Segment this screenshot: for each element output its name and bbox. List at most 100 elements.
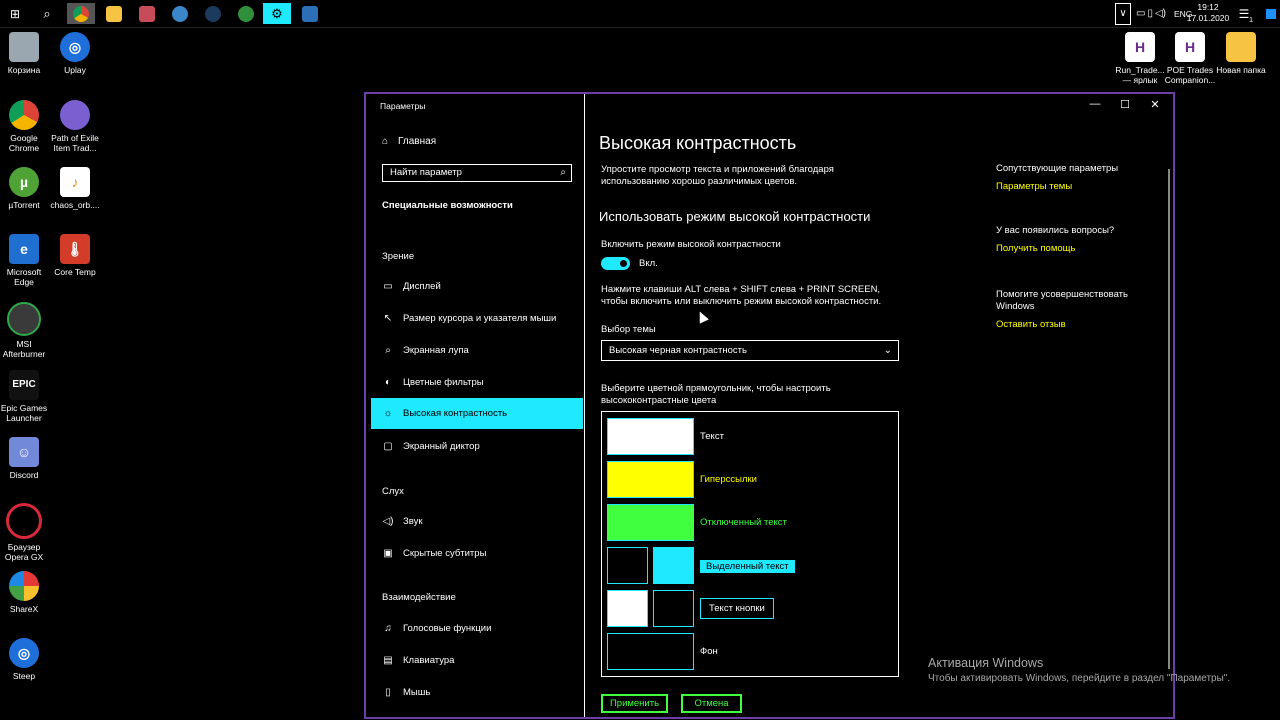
swatch-background[interactable] bbox=[607, 633, 694, 670]
taskbar-xbox[interactable] bbox=[232, 3, 260, 24]
swatch-button-text-bg[interactable] bbox=[653, 590, 694, 627]
desktop-icon-chrome[interactable]: Google Chrome bbox=[0, 100, 52, 153]
desktop-icon-sharex[interactable]: ShareX bbox=[0, 571, 52, 614]
taskbar-steam[interactable] bbox=[199, 3, 227, 24]
mouse-icon: ▯ bbox=[385, 687, 391, 698]
swatch-text[interactable] bbox=[607, 418, 694, 455]
section-title: Использовать режим высокой контрастности bbox=[599, 209, 871, 224]
search-input[interactable]: Найти параметр ⌕ bbox=[382, 164, 572, 182]
cursor-icon: ↖ bbox=[383, 313, 393, 324]
volume-icon[interactable]: ◁) bbox=[1155, 8, 1166, 19]
cancel-button[interactable]: Отмена bbox=[681, 694, 742, 713]
desktop-icon bbox=[1266, 8, 1276, 19]
uplay-icon: ◎ bbox=[60, 32, 90, 62]
desktop-icon-utorrent[interactable]: µ µTorrent bbox=[0, 167, 52, 210]
nav-high-contrast[interactable]: ☼ Высокая контрастность bbox=[371, 398, 583, 429]
discord-icon: ☺ bbox=[9, 437, 39, 467]
swatch-hyperlinks-label: Гиперссылки bbox=[700, 474, 757, 485]
folder-icon bbox=[106, 5, 122, 22]
page-description: Упростите просмотр текста и приложений б… bbox=[601, 164, 834, 187]
theme-select-value: Высокая черная контрастность bbox=[609, 345, 747, 356]
narrator-icon: ▢ bbox=[383, 441, 393, 452]
nav-color-filters[interactable]: ◐ Цветные фильтры bbox=[371, 367, 583, 398]
nav-home-label: Главная bbox=[398, 136, 437, 147]
network-icon[interactable]: ▭ bbox=[1136, 8, 1145, 19]
nav-speech[interactable]: ♫ Голосовые функции bbox=[371, 613, 583, 644]
desktop-icon-epic-games[interactable]: EPIC Epic Games Launcher bbox=[0, 370, 52, 423]
battery-icon[interactable]: ▯ bbox=[1147, 8, 1153, 19]
nav-display[interactable]: ▭ Дисплей bbox=[371, 271, 583, 302]
swatch-disabled-text[interactable] bbox=[607, 504, 694, 541]
desktop-icon-recycle-bin[interactable]: Корзина bbox=[0, 32, 52, 75]
nav-home[interactable]: ⌂ Главная bbox=[382, 136, 436, 147]
swatch-disabled-label: Отключенный текст bbox=[700, 517, 787, 528]
app-icon bbox=[302, 5, 318, 22]
swatch-selected-text-fg[interactable] bbox=[607, 547, 648, 584]
nav-narrator[interactable]: ▢ Экранный диктор bbox=[371, 431, 583, 462]
utorrent-icon: µ bbox=[9, 167, 39, 197]
swatch-button-text-fg[interactable] bbox=[607, 590, 648, 627]
taskbar-app-blue[interactable] bbox=[166, 3, 194, 24]
notifications-button[interactable]: ☰ 1 bbox=[1233, 2, 1255, 25]
apply-button[interactable]: Применить bbox=[601, 694, 668, 713]
taskbar: ⊞ ⌕ ⚙ ∨ ▭ ▯ ◁) ENG 19:12 17.01.2020 ☰ 1 bbox=[0, 0, 1280, 28]
scrollbar[interactable] bbox=[1168, 169, 1170, 669]
taskbar-chrome[interactable] bbox=[67, 3, 95, 24]
display-icon: ▭ bbox=[383, 281, 393, 292]
desktop-icon-edge[interactable]: e Microsoft Edge bbox=[0, 234, 52, 287]
swatch-selected-text-bg[interactable] bbox=[653, 547, 694, 584]
thermometer-icon: 🌡 bbox=[60, 234, 90, 264]
search-button[interactable]: ⌕ bbox=[32, 2, 62, 25]
desktop-icon-discord[interactable]: ☺ Discord bbox=[0, 437, 52, 480]
swatch-selected-label: Выделенный текст bbox=[700, 560, 795, 573]
desktop-icon-opera-gx[interactable]: Браузер Opera GX bbox=[0, 503, 52, 562]
desktop-icon-chaos-orb[interactable]: ♪ chaos_orb.... bbox=[47, 167, 103, 210]
nav-cursor-size[interactable]: ↖ Размер курсора и указателя мыши bbox=[371, 303, 583, 334]
high-contrast-toggle[interactable] bbox=[601, 257, 630, 270]
start-button[interactable]: ⊞ bbox=[0, 2, 30, 25]
taskbar-app-settings2[interactable] bbox=[296, 3, 324, 24]
nav-keyboard[interactable]: ▤ Клавиатура bbox=[371, 645, 583, 676]
nav-sound[interactable]: ◁) Звук bbox=[371, 506, 583, 537]
nav-captions[interactable]: ▣ Скрытые субтитры bbox=[371, 538, 583, 569]
search-icon: ⌕ bbox=[560, 167, 566, 178]
section-header: Специальные возможности bbox=[382, 200, 513, 211]
desktop-icon-msi-afterburner[interactable]: MSI Afterburner bbox=[0, 302, 52, 359]
window-title: Параметры bbox=[380, 101, 426, 111]
swatch-hyperlinks[interactable] bbox=[607, 461, 694, 498]
related-settings-title: Сопутствующие параметры bbox=[996, 163, 1119, 174]
search-icon: ⌕ bbox=[43, 5, 51, 21]
chevron-up-icon[interactable]: ∨ bbox=[1115, 2, 1131, 25]
feedback-link[interactable]: Оставить отзыв bbox=[996, 319, 1066, 331]
clock[interactable]: 19:12 17.01.2020 bbox=[1186, 2, 1230, 24]
desktop-icon-uplay[interactable]: ◎ Uplay bbox=[47, 32, 103, 75]
nav-magnifier[interactable]: ⌕ Экранная лупа bbox=[371, 335, 583, 366]
questions-title: У вас появились вопросы? bbox=[996, 225, 1115, 236]
sidebar: Параметры ⌂ Главная Найти параметр ⌕ Спе… bbox=[366, 94, 585, 717]
toggle-knob bbox=[620, 260, 627, 267]
steam-icon bbox=[205, 5, 221, 22]
color-palette: Текст Гиперссылки Отключенный текст Выде… bbox=[601, 411, 899, 677]
taskbar-explorer[interactable] bbox=[100, 3, 128, 24]
desktop-icon-new-folder[interactable]: Новая папка bbox=[1213, 32, 1269, 75]
show-desktop-button[interactable] bbox=[1263, 2, 1279, 25]
improve-title: Помогите усовершенствовать Windows bbox=[996, 289, 1128, 312]
desktop-icon-poe-item-trade[interactable]: Path of Exile Item Trad... bbox=[47, 100, 103, 153]
nav-mouse[interactable]: ▯ Мышь bbox=[371, 677, 583, 708]
folder-icon bbox=[1226, 32, 1256, 62]
taskbar-settings[interactable]: ⚙ bbox=[263, 3, 291, 24]
theme-settings-link[interactable]: Параметры темы bbox=[996, 181, 1072, 193]
theme-label: Выбор темы bbox=[601, 324, 656, 335]
app-icon bbox=[172, 5, 188, 22]
theme-select[interactable]: Высокая черная контрастность ⌄ bbox=[601, 340, 899, 361]
desktop-icon-core-temp[interactable]: 🌡 Core Temp bbox=[47, 234, 103, 277]
taskbar-app-red[interactable] bbox=[133, 3, 161, 24]
desktop-icon-poe-trades[interactable]: H POE Trades Companion... bbox=[1162, 32, 1218, 85]
desktop-icon-run-trade[interactable]: H Run_Trade... — ярлык bbox=[1112, 32, 1168, 85]
get-help-link[interactable]: Получить помощь bbox=[996, 243, 1075, 255]
desktop-icon-steep[interactable]: ◎ Steep bbox=[0, 638, 52, 681]
toggle-state: Вкл. bbox=[639, 258, 658, 269]
edge-icon: e bbox=[9, 234, 39, 264]
content-pane: Высокая контрастность Упростите просмотр… bbox=[599, 94, 1159, 717]
gear-icon: ⚙ bbox=[271, 5, 283, 21]
